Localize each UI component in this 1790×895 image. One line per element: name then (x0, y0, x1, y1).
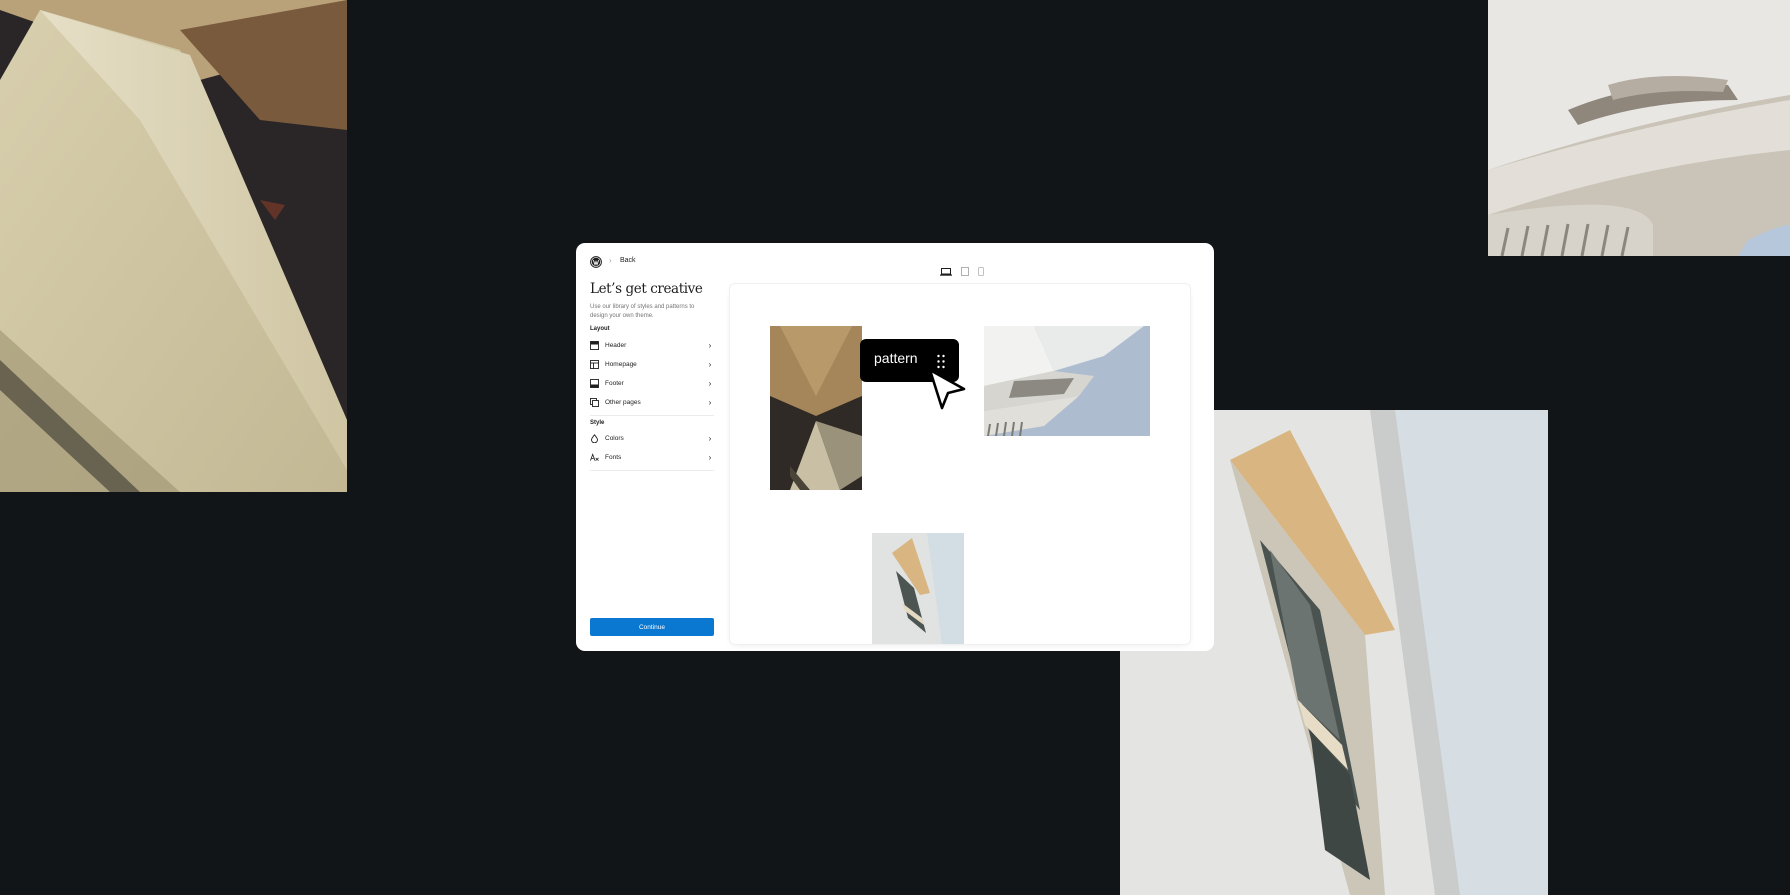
back-link[interactable]: Back (620, 257, 636, 264)
site-editor-window: › Back Let’s get creative Use our librar… (576, 243, 1214, 651)
chevron-right-icon: › (708, 398, 712, 407)
typography-icon (590, 453, 599, 462)
background-photo-curved-building (1488, 0, 1790, 256)
mobile-preview-icon[interactable] (978, 263, 984, 281)
pattern-image-window[interactable] (872, 533, 964, 644)
menu-item-other-pages[interactable]: Other pages › (590, 393, 714, 412)
footer-icon (590, 379, 599, 388)
page-title: Let’s get creative (590, 281, 703, 297)
chevron-right-icon: › (708, 341, 712, 350)
section-divider (590, 415, 714, 416)
pattern-tag-label: pattern (874, 350, 918, 366)
page-description: Use our library of styles and patterns t… (590, 304, 695, 319)
menu-item-label: Other pages (605, 399, 641, 406)
chevron-right-icon: › (708, 453, 712, 462)
menu-item-label: Footer (605, 380, 624, 387)
menu-item-label: Header (605, 342, 627, 349)
mouse-pointer-icon (926, 366, 968, 412)
menu-item-colors[interactable]: Colors › (590, 429, 714, 448)
pattern-image-column[interactable] (770, 326, 862, 490)
sidebar: Let’s get creative Use our library of st… (590, 281, 714, 641)
chevron-right-icon: › (708, 434, 712, 443)
pattern-image-architecture[interactable] (984, 326, 1150, 436)
header-icon (590, 341, 599, 350)
menu-item-label: Homepage (605, 361, 637, 368)
device-preview-switcher (940, 263, 984, 281)
wordpress-logo-icon[interactable] (590, 255, 602, 268)
chevron-right-icon: › (708, 379, 712, 388)
preview-canvas: pattern (730, 284, 1190, 644)
layout-section-label: Layout (590, 326, 610, 332)
continue-button[interactable]: Continue (590, 618, 714, 636)
menu-item-label: Colors (605, 435, 624, 442)
chevron-right-icon: › (708, 360, 712, 369)
breadcrumb-separator: › (609, 256, 612, 265)
background-photo-concrete-column (0, 0, 347, 492)
style-section-label: Style (590, 420, 605, 426)
menu-item-footer[interactable]: Footer › (590, 374, 714, 393)
top-bar: › Back (576, 243, 1214, 277)
menu-item-header[interactable]: Header › (590, 336, 714, 355)
menu-item-fonts[interactable]: Fonts › (590, 448, 714, 467)
homepage-icon (590, 360, 599, 369)
tablet-preview-icon[interactable] (961, 263, 969, 281)
droplet-icon (590, 434, 599, 443)
menu-item-homepage[interactable]: Homepage › (590, 355, 714, 374)
pages-icon (590, 398, 599, 407)
desktop-preview-icon[interactable] (940, 263, 952, 281)
menu-item-label: Fonts (605, 454, 622, 461)
section-divider (590, 470, 714, 471)
